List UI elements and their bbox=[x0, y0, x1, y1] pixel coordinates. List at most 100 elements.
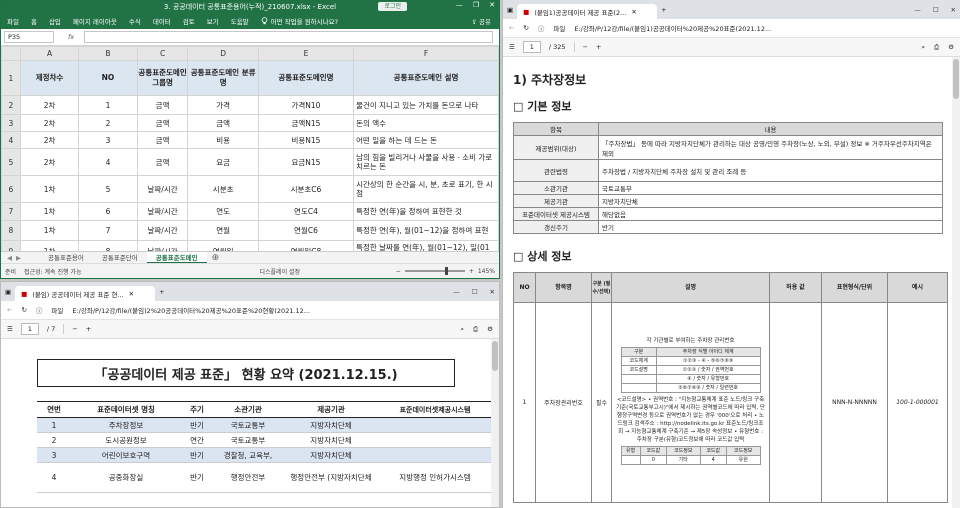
name-box[interactable]: P35 bbox=[4, 31, 54, 43]
cell[interactable]: 비용N15 bbox=[257, 131, 355, 149]
cell[interactable]: 시분초C6 bbox=[257, 175, 355, 203]
cell[interactable]: 가격N10 bbox=[257, 95, 355, 115]
tab-actions-icon[interactable]: ▣ bbox=[5, 288, 11, 296]
cell[interactable]: 시간상의 한 순간을 시, 분, 초로 표기, 한 시점 bbox=[353, 175, 499, 203]
cell[interactable]: 비용 bbox=[187, 131, 259, 149]
zoom-slider-thumb[interactable] bbox=[444, 267, 448, 275]
header-cell[interactable]: 공통표준도메인 그룹명 bbox=[136, 60, 189, 96]
sheet-tab-active[interactable]: 공통표준도메인 bbox=[146, 251, 207, 264]
zoom-in-icon[interactable]: + bbox=[86, 325, 91, 333]
cell[interactable]: 2차 bbox=[19, 114, 80, 132]
cell[interactable]: 금액N15 bbox=[257, 114, 355, 132]
tab-actions-icon[interactable]: ▣ bbox=[507, 6, 513, 14]
scrollbar-thumb[interactable] bbox=[492, 341, 498, 371]
cell[interactable]: 특정한 연(年)을 정하여 표현한 것 bbox=[353, 202, 499, 221]
row-header[interactable]: 5 bbox=[1, 148, 21, 176]
contents-icon[interactable]: ☰ bbox=[7, 325, 13, 333]
menu-help[interactable]: 도움말 bbox=[231, 16, 249, 26]
new-tab-icon[interactable]: + bbox=[661, 6, 666, 14]
cell[interactable]: 연월 bbox=[187, 220, 259, 241]
close-button[interactable]: ✕ bbox=[489, 1, 495, 9]
cell[interactable]: 연월C6 bbox=[257, 220, 355, 241]
close-button[interactable]: ✕ bbox=[951, 6, 956, 14]
info-icon[interactable]: ⓘ bbox=[538, 23, 545, 33]
menu-insert[interactable]: 삽입 bbox=[49, 16, 61, 26]
cell[interactable]: 날짜/시간 bbox=[136, 202, 189, 221]
menu-formulas[interactable]: 수식 bbox=[129, 16, 141, 26]
cell[interactable]: 요금 bbox=[187, 148, 259, 176]
cell[interactable]: 연도C4 bbox=[257, 202, 355, 221]
column-header[interactable]: E bbox=[257, 46, 355, 61]
save-icon[interactable]: ⎙ bbox=[934, 43, 939, 52]
menu-home[interactable]: 홈 bbox=[31, 16, 37, 26]
page-number-input[interactable]: 1 bbox=[20, 323, 39, 335]
maximize-button[interactable]: ☐ bbox=[472, 288, 478, 296]
column-header[interactable]: D bbox=[187, 46, 259, 61]
accessibility-status[interactable]: 접근성: 계속 진행 가능 bbox=[24, 267, 81, 276]
select-all-corner[interactable] bbox=[1, 46, 21, 61]
close-button[interactable]: ✕ bbox=[490, 288, 495, 296]
contents-icon[interactable]: ☰ bbox=[509, 43, 515, 51]
cell[interactable]: 1차 bbox=[19, 175, 80, 203]
cell[interactable]: 2차 bbox=[19, 131, 80, 149]
formula-input[interactable] bbox=[84, 31, 493, 43]
cell[interactable]: 돈의 액수 bbox=[353, 114, 499, 132]
row-header[interactable]: 8 bbox=[1, 220, 21, 241]
menu-view[interactable]: 보기 bbox=[207, 16, 219, 26]
refresh-icon[interactable]: ↻ bbox=[21, 306, 26, 314]
header-cell[interactable]: NO bbox=[78, 60, 138, 96]
cell[interactable]: 1차 bbox=[19, 220, 80, 241]
cell[interactable]: 시분초 bbox=[187, 175, 259, 203]
url-field[interactable]: E:/강좌/P/12강/file/(붙임1)공공데이터%20제공%20표준(20… bbox=[574, 23, 771, 33]
row-header[interactable]: 3 bbox=[1, 114, 21, 132]
cell[interactable]: 연도 bbox=[187, 202, 259, 221]
menu-data[interactable]: 데이터 bbox=[153, 16, 171, 26]
column-header[interactable]: A bbox=[19, 46, 80, 61]
settings-icon[interactable]: ⚙ bbox=[487, 325, 493, 334]
row-header[interactable]: 2 bbox=[1, 95, 21, 115]
cell[interactable]: 금액 bbox=[136, 114, 189, 132]
display-settings[interactable]: 디스플레이 설정 bbox=[259, 267, 300, 276]
zoom-slider[interactable] bbox=[404, 267, 465, 275]
back-icon[interactable]: ← bbox=[7, 306, 12, 314]
add-sheet-icon[interactable]: ⊕ bbox=[212, 253, 220, 263]
zoom-out-icon[interactable]: − bbox=[72, 325, 77, 333]
fx-icon[interactable]: fx bbox=[68, 33, 74, 41]
cell[interactable]: 금액 bbox=[187, 114, 259, 132]
cell[interactable]: 특정한 연(年), 월(01~12)을 정하여 표현 bbox=[353, 220, 499, 241]
cell[interactable]: 6 bbox=[78, 202, 138, 221]
cell[interactable]: 2차 bbox=[19, 148, 80, 176]
menu-file[interactable]: 파일 bbox=[7, 16, 19, 26]
cell[interactable]: 1차 bbox=[19, 202, 80, 221]
restore-button[interactable]: ❐ bbox=[473, 1, 479, 9]
row-header[interactable]: 6 bbox=[1, 175, 21, 203]
tell-me-search[interactable]: 어떤 작업을 원하시나요? bbox=[261, 16, 338, 26]
menu-review[interactable]: 검토 bbox=[183, 16, 195, 26]
cell[interactable]: 5 bbox=[78, 175, 138, 203]
cell[interactable]: 7 bbox=[78, 220, 138, 241]
minimize-button[interactable]: — bbox=[914, 6, 921, 14]
cell[interactable]: 금액 bbox=[136, 95, 189, 115]
row-header[interactable]: 4 bbox=[1, 131, 21, 149]
sheet-tab[interactable]: 공통표준용어 bbox=[39, 252, 93, 264]
column-header[interactable]: B bbox=[78, 46, 138, 61]
scrollbar-thumb[interactable] bbox=[953, 59, 959, 99]
zoom-in-icon[interactable]: + bbox=[596, 43, 601, 51]
sheet-nav-arrows[interactable]: ◀▶ bbox=[1, 254, 39, 262]
header-cell[interactable]: 공통표준도메인 설명 bbox=[353, 60, 499, 96]
cell[interactable]: 2 bbox=[78, 114, 138, 132]
sheet-tab[interactable]: 공통표준단어 bbox=[93, 252, 147, 264]
zoom-out-icon[interactable]: − bbox=[396, 268, 401, 275]
menu-page-layout[interactable]: 페이지 레이아웃 bbox=[73, 16, 117, 26]
minimize-button[interactable]: — bbox=[453, 288, 460, 296]
share-button[interactable]: ⇪ 공유 bbox=[472, 16, 491, 26]
cell[interactable]: 날짜/시간 bbox=[136, 220, 189, 241]
row-header[interactable]: 1 bbox=[1, 60, 21, 96]
cell[interactable]: 가격 bbox=[187, 95, 259, 115]
refresh-icon[interactable]: ↻ bbox=[523, 24, 528, 32]
close-tab-icon[interactable]: ✕ bbox=[129, 290, 134, 298]
cell[interactable]: 3 bbox=[78, 131, 138, 149]
url-field[interactable]: E:/강좌/P/12강/file/(붙임)2%20공공데이터%20제공%20표준… bbox=[72, 305, 310, 315]
column-header[interactable]: C bbox=[136, 46, 189, 61]
cell[interactable]: 금액 bbox=[136, 131, 189, 149]
